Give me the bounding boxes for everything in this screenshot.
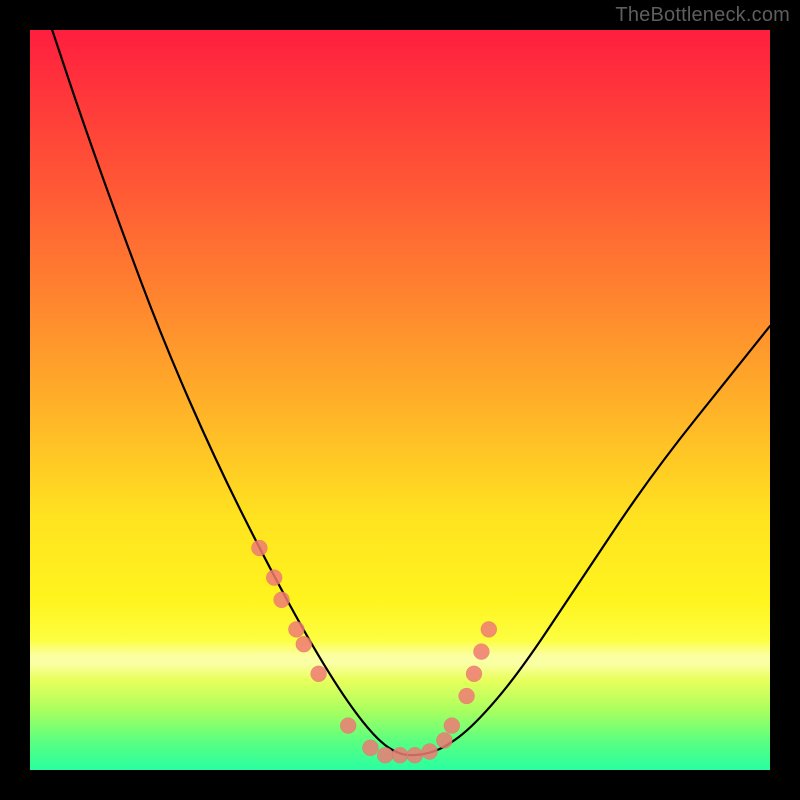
- watermark-text: TheBottleneck.com: [615, 4, 790, 27]
- bottleneck-curve: [52, 30, 770, 755]
- scatter-dot: [444, 718, 460, 734]
- scatter-dot: [311, 666, 327, 682]
- scatter-dot: [377, 747, 393, 763]
- scatter-dot: [296, 636, 312, 652]
- scatter-dot: [266, 570, 282, 586]
- scatter-dot: [251, 540, 267, 556]
- scatter-dot: [288, 621, 304, 637]
- scatter-dot: [407, 747, 423, 763]
- scatter-dot: [481, 621, 497, 637]
- scatter-dot: [274, 592, 290, 608]
- scatter-dot: [459, 688, 475, 704]
- scatter-dot: [436, 732, 452, 748]
- chart-frame: TheBottleneck.com: [0, 0, 800, 800]
- scatter-dot: [340, 718, 356, 734]
- scatter-dot: [392, 747, 408, 763]
- scatter-dot: [466, 666, 482, 682]
- scatter-dot: [473, 644, 489, 660]
- scatter-dot: [422, 744, 438, 760]
- plot-area: [30, 30, 770, 770]
- scatter-dot: [362, 740, 378, 756]
- scatter-points: [251, 540, 496, 763]
- curve-layer: [30, 30, 770, 770]
